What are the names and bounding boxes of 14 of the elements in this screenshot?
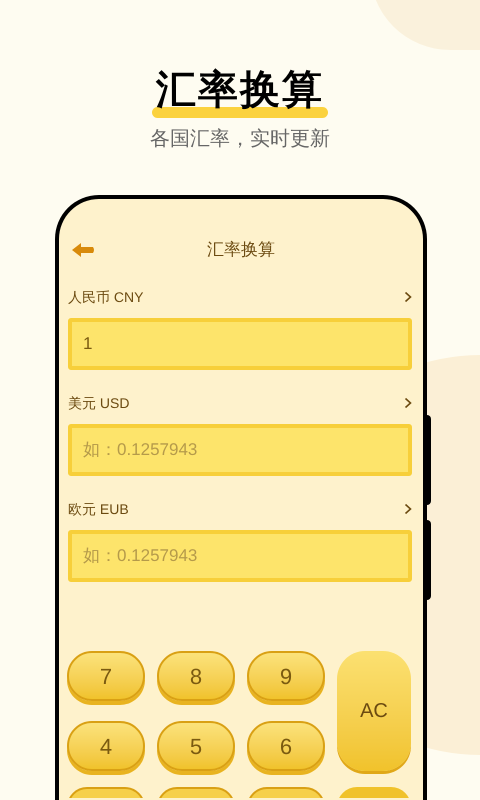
chevron-right-icon[interactable]: [404, 397, 412, 409]
subtitle: 各国汇率，实时更新: [150, 127, 330, 152]
amount-input[interactable]: 如：0.1257943: [68, 530, 412, 582]
clear-button[interactable]: AC: [337, 651, 411, 771]
chevron-right-icon[interactable]: [404, 291, 412, 303]
chevron-right-icon[interactable]: [404, 503, 412, 515]
headline: 汇率换算: [156, 70, 324, 111]
amount-input[interactable]: 如：0.1257943: [68, 424, 412, 476]
currency-label[interactable]: 美元 USD: [68, 392, 130, 414]
screen-title: 汇率换算: [207, 239, 275, 262]
currency-label[interactable]: 欧元 EUB: [68, 498, 129, 520]
back-arrow-icon[interactable]: [71, 242, 95, 258]
amount-input[interactable]: 1: [68, 318, 412, 370]
currency-label[interactable]: 人民币 CNY: [68, 286, 144, 308]
